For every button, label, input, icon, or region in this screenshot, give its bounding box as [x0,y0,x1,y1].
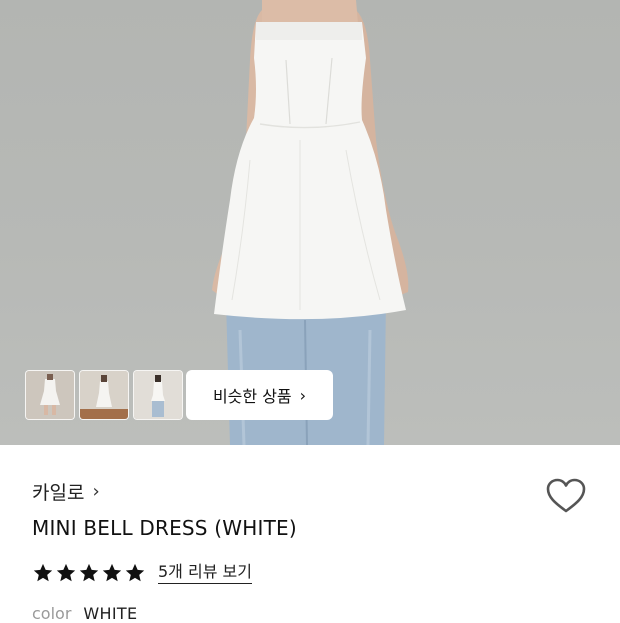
star-filled-icon [33,563,53,582]
similar-products-label: 비슷한 상품 [212,387,292,406]
heart-outline-icon[interactable] [545,476,587,516]
thumbnail-strip [25,370,183,420]
reviews-link[interactable]: 5개 리뷰 보기 [158,562,252,584]
thumbnail-1[interactable] [25,370,75,420]
similar-products-button[interactable]: 비슷한 상품 › [186,370,333,420]
thumbnail-2[interactable] [79,370,129,420]
thumbnail-3[interactable] [133,370,183,420]
star-filled-icon [79,563,99,582]
chevron-right-icon: › [92,481,100,502]
star-filled-icon [125,563,145,582]
star-filled-icon [102,563,122,582]
brand-link[interactable]: 카일로 › [32,478,100,505]
brand-name: 카일로 [32,482,85,504]
color-option: color WHITE [32,604,137,623]
color-label: color [32,604,72,623]
star-rating [32,562,146,584]
chevron-right-icon: › [299,385,307,405]
color-value: WHITE [83,604,138,623]
star-filled-icon [56,563,76,582]
product-title: MINI BELL DRESS (WHITE) [32,516,297,540]
rating-row: 5개 리뷰 보기 [32,562,252,584]
